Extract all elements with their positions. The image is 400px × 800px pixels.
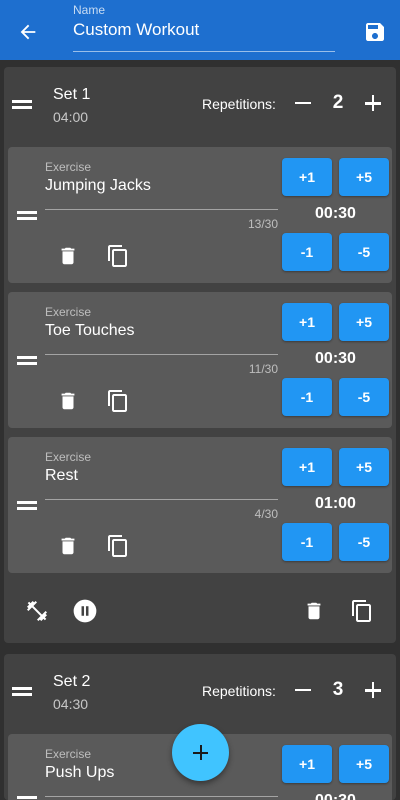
character-counter: 13/30 (247, 217, 278, 231)
add-5-seconds-button[interactable]: +5 (339, 745, 389, 783)
drag-handle-icon[interactable] (17, 354, 37, 366)
exercise-duration: 00:30 (282, 792, 389, 800)
add-1-second-button[interactable]: +1 (282, 158, 332, 196)
repetitions-decrement-button[interactable] (292, 91, 314, 115)
trash-can-icon (307, 602, 321, 620)
exercise-card: Exercise Toe Touches 11/30 +1 +5 00:30 -… (8, 292, 392, 428)
exercise-label: Exercise (45, 450, 92, 464)
set-title: Set 1 (53, 86, 91, 103)
exercise-label: Exercise (45, 160, 92, 174)
add-5-seconds-button[interactable]: +5 (339, 448, 389, 486)
add-exercise-fab[interactable] (172, 724, 229, 781)
copy-icon (108, 535, 127, 557)
exercise-card: Exercise Rest 4/30 +1 +5 01:00 -1 -5 (8, 437, 392, 573)
add-5-seconds-button[interactable]: +5 (339, 158, 389, 196)
save-button[interactable] (361, 18, 389, 46)
subtract-1-second-button[interactable]: -1 (282, 378, 332, 416)
workout-name-field[interactable]: Name Custom Workout (73, 2, 335, 52)
drag-handle-icon[interactable] (17, 794, 37, 800)
character-counter: 11/30 (248, 362, 278, 376)
exercise-name-field[interactable]: Jumping Jacks (45, 177, 151, 195)
pause-circle-icon (73, 599, 97, 623)
set-duration: 04:30 (53, 696, 89, 712)
add-1-second-button[interactable]: +1 (282, 448, 332, 486)
set-title: Set 2 (53, 673, 91, 690)
delete-exercise-button[interactable] (56, 534, 80, 558)
exercise-name-underline (45, 354, 278, 355)
copy-exercise-button[interactable] (106, 534, 130, 558)
trash-can-icon (61, 537, 75, 555)
workout-name-value[interactable]: Custom Workout (73, 20, 199, 40)
floppy-disk-icon (366, 23, 384, 41)
copy-exercise-button[interactable] (106, 389, 130, 413)
trash-can-icon (61, 392, 75, 410)
repetitions-count: 2 (332, 92, 344, 113)
repetitions-increment-button[interactable] (362, 91, 384, 115)
repetitions-decrement-button[interactable] (292, 678, 314, 702)
copy-icon (352, 600, 371, 622)
delete-exercise-button[interactable] (56, 244, 80, 268)
exercise-label: Exercise (45, 305, 92, 319)
copy-set-button[interactable] (349, 598, 375, 624)
exercise-duration: 00:30 (315, 350, 356, 367)
add-5-seconds-button[interactable]: +5 (339, 303, 389, 341)
exercise-duration: 00:30 (315, 205, 356, 222)
exercise-name-underline (45, 209, 278, 210)
copy-icon (108, 390, 127, 412)
exercise-label: Exercise (45, 747, 92, 761)
delete-exercise-button[interactable] (56, 389, 80, 413)
copy-exercise-button[interactable] (106, 244, 130, 268)
set-header: Set 1 04:00 Repetitions: 2 (4, 67, 396, 147)
drag-handle-icon[interactable] (12, 685, 32, 697)
copy-icon (108, 245, 127, 267)
set-header: Set 2 04:30 Repetitions: 3 (4, 654, 396, 734)
exercise-name-field[interactable]: Toe Touches (45, 322, 135, 340)
exercise-type-button[interactable] (24, 598, 50, 624)
set-duration: 04:00 (53, 109, 89, 125)
repetitions-label: Repetitions: (202, 683, 276, 699)
add-1-second-button[interactable]: +1 (282, 745, 332, 783)
exercise-name-underline (45, 796, 278, 797)
exercise-card: Exercise Jumping Jacks 13/30 +1 +5 00:30… (8, 147, 392, 283)
set-card: Set 1 04:00 Repetitions: 2 Exercise Jump… (4, 67, 396, 643)
pause-set-button[interactable] (72, 598, 98, 624)
exercise-name-field[interactable]: Push Ups (45, 764, 114, 782)
repetitions-label: Repetitions: (202, 96, 276, 112)
add-1-second-button[interactable]: +1 (282, 303, 332, 341)
exercise-duration: 01:00 (315, 495, 356, 512)
character-counter: 4/30 (254, 507, 278, 521)
workout-name-label: Name (73, 3, 106, 17)
repetitions-increment-button[interactable] (362, 678, 384, 702)
subtract-1-second-button[interactable]: -1 (282, 523, 332, 561)
arrow-left-icon (20, 24, 36, 40)
exercise-name-field[interactable]: Rest (45, 467, 78, 485)
subtract-5-seconds-button[interactable]: -5 (339, 233, 389, 271)
subtract-1-second-button[interactable]: -1 (282, 233, 332, 271)
back-button[interactable] (14, 18, 42, 46)
dumbbell-icon (27, 601, 47, 621)
app-bar: Name Custom Workout (0, 0, 400, 60)
exercise-name-underline (45, 499, 278, 500)
subtract-5-seconds-button[interactable]: -5 (339, 378, 389, 416)
repetitions-count: 3 (332, 679, 344, 700)
trash-can-icon (61, 247, 75, 265)
drag-handle-icon[interactable] (17, 499, 37, 511)
subtract-5-seconds-button[interactable]: -5 (339, 523, 389, 561)
drag-handle-icon[interactable] (12, 98, 32, 110)
delete-set-button[interactable] (301, 598, 327, 624)
drag-handle-icon[interactable] (17, 209, 37, 221)
